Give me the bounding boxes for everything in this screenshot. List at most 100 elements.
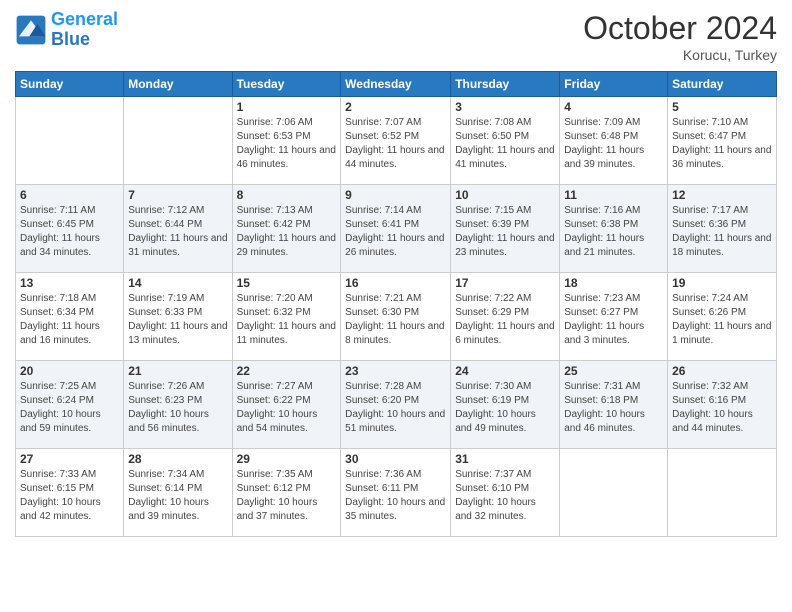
weekday-header-tuesday: Tuesday bbox=[232, 72, 341, 97]
day-number: 5 bbox=[672, 100, 772, 114]
week-row-3: 13 Sunrise: 7:18 AM Sunset: 6:34 PM Dayli… bbox=[16, 273, 777, 361]
day-info: Sunrise: 7:20 AM Sunset: 6:32 PM Dayligh… bbox=[237, 292, 337, 348]
calendar-table: SundayMondayTuesdayWednesdayThursdayFrid… bbox=[15, 71, 777, 537]
day-info: Sunrise: 7:18 AM Sunset: 6:34 PM Dayligh… bbox=[20, 292, 119, 348]
calendar-cell: 24Sunrise: 7:30 AM Sunset: 6:19 PM Dayli… bbox=[451, 361, 560, 449]
calendar-cell: 5 Sunrise: 7:10 AM Sunset: 6:47 PM Daylig… bbox=[668, 97, 777, 185]
calendar-cell bbox=[124, 97, 232, 185]
day-number: 9 bbox=[345, 188, 446, 202]
day-info: Sunrise: 7:07 AM Sunset: 6:52 PM Dayligh… bbox=[345, 116, 446, 172]
logo-text: General Blue bbox=[51, 10, 118, 50]
calendar-cell: 18Sunrise: 7:23 AM Sunset: 6:27 PM Dayli… bbox=[560, 273, 668, 361]
location-subtitle: Korucu, Turkey bbox=[583, 47, 777, 63]
day-info: Sunrise: 7:25 AM Sunset: 6:24 PM Dayligh… bbox=[20, 380, 119, 436]
calendar-cell: 8 Sunrise: 7:13 AM Sunset: 6:42 PM Daylig… bbox=[232, 185, 341, 273]
day-number: 30 bbox=[345, 452, 446, 466]
week-row-5: 27 Sunrise: 7:33 AM Sunset: 6:15 PM Dayli… bbox=[16, 449, 777, 537]
day-info: Sunrise: 7:19 AM Sunset: 6:33 PM Dayligh… bbox=[128, 292, 227, 348]
day-info: Sunrise: 7:33 AM Sunset: 6:15 PM Dayligh… bbox=[20, 468, 119, 524]
calendar-cell: 7 Sunrise: 7:12 AM Sunset: 6:44 PM Daylig… bbox=[124, 185, 232, 273]
calendar-cell: 26Sunrise: 7:32 AM Sunset: 6:16 PM Dayli… bbox=[668, 361, 777, 449]
day-info: Sunrise: 7:13 AM Sunset: 6:42 PM Dayligh… bbox=[237, 204, 337, 260]
day-number: 23 bbox=[345, 364, 446, 378]
calendar-cell: 17 Sunrise: 7:22 AM Sunset: 6:29 PM Dayli… bbox=[451, 273, 560, 361]
day-number: 29 bbox=[237, 452, 337, 466]
day-number: 13 bbox=[20, 276, 119, 290]
weekday-header-sunday: Sunday bbox=[16, 72, 124, 97]
day-number: 10 bbox=[455, 188, 555, 202]
day-number: 4 bbox=[564, 100, 663, 114]
day-number: 3 bbox=[455, 100, 555, 114]
calendar-cell: 25Sunrise: 7:31 AM Sunset: 6:18 PM Dayli… bbox=[560, 361, 668, 449]
calendar-cell bbox=[560, 449, 668, 537]
calendar-cell: 12 Sunrise: 7:17 AM Sunset: 6:36 PM Dayli… bbox=[668, 185, 777, 273]
day-info: Sunrise: 7:28 AM Sunset: 6:20 PM Dayligh… bbox=[345, 380, 446, 436]
day-info: Sunrise: 7:11 AM Sunset: 6:45 PM Dayligh… bbox=[20, 204, 119, 260]
calendar-cell: 1Sunrise: 7:06 AM Sunset: 6:53 PM Daylig… bbox=[232, 97, 341, 185]
day-number: 15 bbox=[237, 276, 337, 290]
calendar-cell: 6Sunrise: 7:11 AM Sunset: 6:45 PM Daylig… bbox=[16, 185, 124, 273]
weekday-header-friday: Friday bbox=[560, 72, 668, 97]
day-number: 16 bbox=[345, 276, 446, 290]
header: General Blue October 2024 Korucu, Turkey bbox=[15, 10, 777, 63]
day-number: 17 bbox=[455, 276, 555, 290]
calendar-cell: 2 Sunrise: 7:07 AM Sunset: 6:52 PM Daylig… bbox=[341, 97, 451, 185]
day-info: Sunrise: 7:22 AM Sunset: 6:29 PM Dayligh… bbox=[455, 292, 555, 348]
calendar-cell: 29 Sunrise: 7:35 AM Sunset: 6:12 PM Dayli… bbox=[232, 449, 341, 537]
calendar-cell: 4 Sunrise: 7:09 AM Sunset: 6:48 PM Daylig… bbox=[560, 97, 668, 185]
calendar-cell: 31Sunrise: 7:37 AM Sunset: 6:10 PM Dayli… bbox=[451, 449, 560, 537]
day-info: Sunrise: 7:17 AM Sunset: 6:36 PM Dayligh… bbox=[672, 204, 772, 260]
day-number: 28 bbox=[128, 452, 227, 466]
day-info: Sunrise: 7:16 AM Sunset: 6:38 PM Dayligh… bbox=[564, 204, 663, 260]
calendar-cell: 15 Sunrise: 7:20 AM Sunset: 6:32 PM Dayli… bbox=[232, 273, 341, 361]
calendar-cell: 11 Sunrise: 7:16 AM Sunset: 6:38 PM Dayli… bbox=[560, 185, 668, 273]
day-number: 7 bbox=[128, 188, 227, 202]
day-info: Sunrise: 7:26 AM Sunset: 6:23 PM Dayligh… bbox=[128, 380, 227, 436]
week-row-2: 6Sunrise: 7:11 AM Sunset: 6:45 PM Daylig… bbox=[16, 185, 777, 273]
calendar-cell: 13 Sunrise: 7:18 AM Sunset: 6:34 PM Dayli… bbox=[16, 273, 124, 361]
day-info: Sunrise: 7:15 AM Sunset: 6:39 PM Dayligh… bbox=[455, 204, 555, 260]
weekday-header-row: SundayMondayTuesdayWednesdayThursdayFrid… bbox=[16, 72, 777, 97]
calendar-cell: 28Sunrise: 7:34 AM Sunset: 6:14 PM Dayli… bbox=[124, 449, 232, 537]
calendar-cell: 22Sunrise: 7:27 AM Sunset: 6:22 PM Dayli… bbox=[232, 361, 341, 449]
calendar-cell: 10 Sunrise: 7:15 AM Sunset: 6:39 PM Dayli… bbox=[451, 185, 560, 273]
day-info: Sunrise: 7:23 AM Sunset: 6:27 PM Dayligh… bbox=[564, 292, 663, 348]
day-info: Sunrise: 7:09 AM Sunset: 6:48 PM Dayligh… bbox=[564, 116, 663, 172]
calendar-cell: 23 Sunrise: 7:28 AM Sunset: 6:20 PM Dayli… bbox=[341, 361, 451, 449]
day-info: Sunrise: 7:08 AM Sunset: 6:50 PM Dayligh… bbox=[455, 116, 555, 172]
day-info: Sunrise: 7:36 AM Sunset: 6:11 PM Dayligh… bbox=[345, 468, 446, 524]
calendar-cell: 3 Sunrise: 7:08 AM Sunset: 6:50 PM Daylig… bbox=[451, 97, 560, 185]
calendar-cell: 19Sunrise: 7:24 AM Sunset: 6:26 PM Dayli… bbox=[668, 273, 777, 361]
day-number: 12 bbox=[672, 188, 772, 202]
day-number: 27 bbox=[20, 452, 119, 466]
week-row-1: 1Sunrise: 7:06 AM Sunset: 6:53 PM Daylig… bbox=[16, 97, 777, 185]
day-info: Sunrise: 7:21 AM Sunset: 6:30 PM Dayligh… bbox=[345, 292, 446, 348]
day-number: 11 bbox=[564, 188, 663, 202]
calendar-cell: 21 Sunrise: 7:26 AM Sunset: 6:23 PM Dayli… bbox=[124, 361, 232, 449]
day-info: Sunrise: 7:32 AM Sunset: 6:16 PM Dayligh… bbox=[672, 380, 772, 436]
day-info: Sunrise: 7:30 AM Sunset: 6:19 PM Dayligh… bbox=[455, 380, 555, 436]
calendar-cell: 16 Sunrise: 7:21 AM Sunset: 6:30 PM Dayli… bbox=[341, 273, 451, 361]
title-block: October 2024 Korucu, Turkey bbox=[583, 10, 777, 63]
weekday-header-wednesday: Wednesday bbox=[341, 72, 451, 97]
day-info: Sunrise: 7:12 AM Sunset: 6:44 PM Dayligh… bbox=[128, 204, 227, 260]
calendar-cell: 30 Sunrise: 7:36 AM Sunset: 6:11 PM Dayli… bbox=[341, 449, 451, 537]
weekday-header-saturday: Saturday bbox=[668, 72, 777, 97]
calendar-cell: 9 Sunrise: 7:14 AM Sunset: 6:41 PM Daylig… bbox=[341, 185, 451, 273]
weekday-header-monday: Monday bbox=[124, 72, 232, 97]
week-row-4: 20 Sunrise: 7:25 AM Sunset: 6:24 PM Dayli… bbox=[16, 361, 777, 449]
day-info: Sunrise: 7:35 AM Sunset: 6:12 PM Dayligh… bbox=[237, 468, 337, 524]
day-number: 19 bbox=[672, 276, 772, 290]
day-number: 2 bbox=[345, 100, 446, 114]
month-title: October 2024 bbox=[583, 10, 777, 47]
weekday-header-thursday: Thursday bbox=[451, 72, 560, 97]
day-number: 20 bbox=[20, 364, 119, 378]
calendar-cell bbox=[16, 97, 124, 185]
calendar-cell: 20 Sunrise: 7:25 AM Sunset: 6:24 PM Dayli… bbox=[16, 361, 124, 449]
day-number: 22 bbox=[237, 364, 337, 378]
day-number: 21 bbox=[128, 364, 227, 378]
day-number: 8 bbox=[237, 188, 337, 202]
day-info: Sunrise: 7:06 AM Sunset: 6:53 PM Dayligh… bbox=[237, 116, 337, 172]
day-info: Sunrise: 7:10 AM Sunset: 6:47 PM Dayligh… bbox=[672, 116, 772, 172]
day-info: Sunrise: 7:14 AM Sunset: 6:41 PM Dayligh… bbox=[345, 204, 446, 260]
